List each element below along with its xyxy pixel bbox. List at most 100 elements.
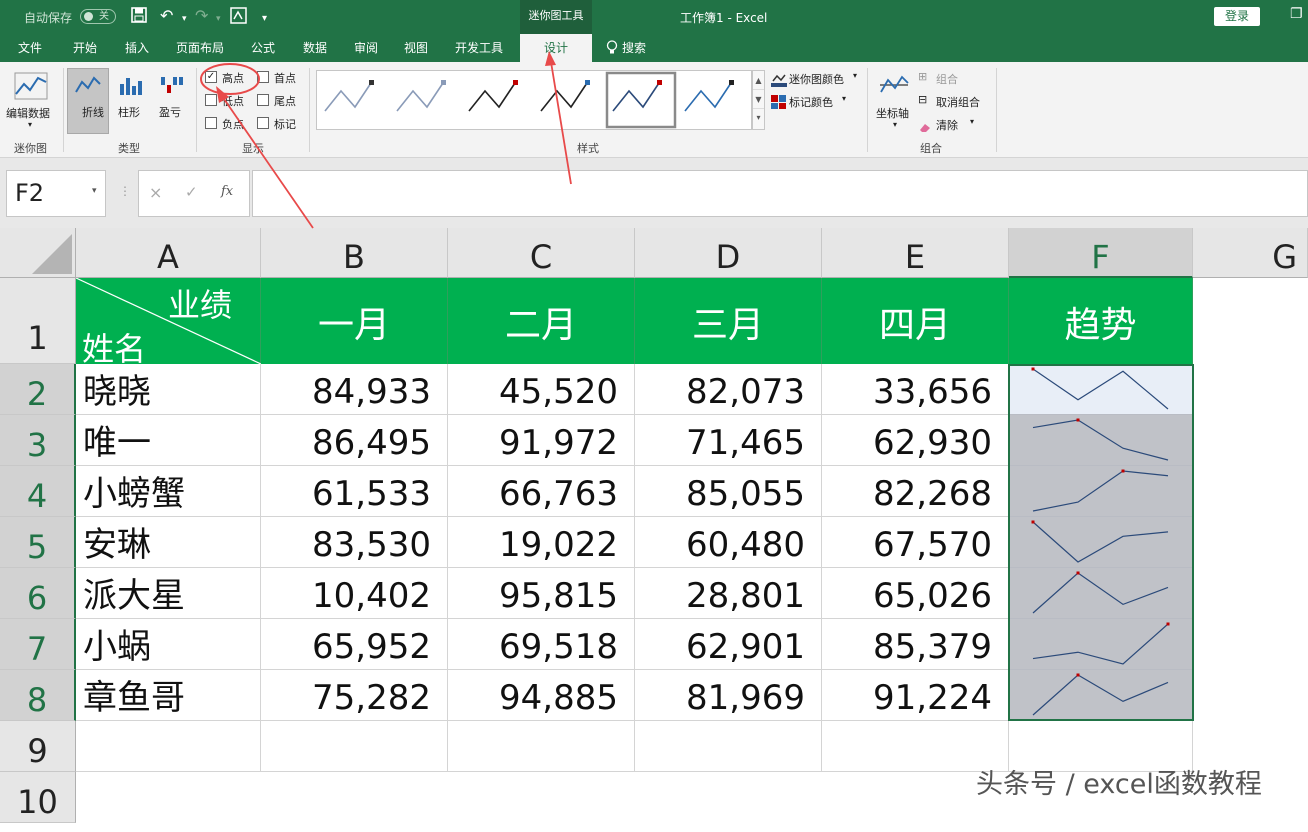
- negative-point-checkbox[interactable]: [205, 117, 217, 129]
- marker-color-icon[interactable]: [771, 94, 787, 113]
- value-cell[interactable]: 95,815: [448, 568, 635, 619]
- gallery-more-icon[interactable]: ▾: [753, 109, 764, 127]
- edit-data-dropdown-icon[interactable]: ▾: [28, 120, 32, 129]
- scroll-up-icon[interactable]: ▲: [753, 71, 764, 90]
- column-header-c[interactable]: C: [448, 228, 635, 278]
- row-header-10[interactable]: 10: [0, 772, 76, 823]
- value-cell[interactable]: 69,518: [448, 619, 635, 670]
- value-cell[interactable]: 71,465: [635, 415, 822, 466]
- value-cell[interactable]: 28,801: [635, 568, 822, 619]
- style-thumbnail[interactable]: [468, 80, 518, 112]
- restore-icon[interactable]: ❐: [1290, 6, 1303, 22]
- formula-input[interactable]: [252, 170, 1308, 217]
- value-cell[interactable]: 60,480: [635, 517, 822, 568]
- row-header-5[interactable]: 5: [0, 517, 76, 568]
- style-thumbnail[interactable]: [324, 80, 374, 112]
- row-header-8[interactable]: 8: [0, 670, 76, 721]
- style-gallery[interactable]: [316, 70, 752, 130]
- name-cell[interactable]: 安琳: [76, 517, 261, 568]
- name-cell[interactable]: 派大星: [76, 568, 261, 619]
- empty-cell[interactable]: [76, 721, 261, 772]
- row-header-3[interactable]: 3: [0, 415, 76, 466]
- column-type-icon[interactable]: [118, 74, 144, 100]
- customize-qat-icon[interactable]: ▾: [262, 10, 267, 28]
- value-cell[interactable]: 65,952: [261, 619, 448, 670]
- high-point-checkbox[interactable]: ✓: [205, 71, 217, 83]
- name-cell[interactable]: 唯一: [76, 415, 261, 466]
- sparkline-cell[interactable]: [1009, 670, 1193, 721]
- value-cell[interactable]: 85,055: [635, 466, 822, 517]
- axis-dropdown-icon[interactable]: ▾: [893, 120, 897, 129]
- sparkline-cell[interactable]: [1009, 568, 1193, 619]
- style-thumbnail[interactable]: [684, 80, 734, 112]
- cancel-icon[interactable]: ×: [149, 183, 162, 202]
- markers-checkbox[interactable]: [257, 117, 269, 129]
- month-header-cell[interactable]: 四月: [822, 278, 1009, 364]
- first-point-checkbox[interactable]: [257, 71, 269, 83]
- sparkline-cell[interactable]: [1009, 415, 1193, 466]
- row-header-6[interactable]: 6: [0, 568, 76, 619]
- empty-cell[interactable]: [448, 721, 635, 772]
- form-icon[interactable]: [230, 7, 247, 28]
- redo-dropdown-icon[interactable]: ▾: [216, 10, 221, 28]
- value-cell[interactable]: 19,022: [448, 517, 635, 568]
- header-corner-cell[interactable]: 业绩 姓名: [76, 278, 261, 368]
- empty-cell[interactable]: [261, 721, 448, 772]
- name-cell[interactable]: 晓晓: [76, 364, 261, 415]
- tab-search[interactable]: 搜索: [622, 34, 652, 62]
- value-cell[interactable]: 45,520: [448, 364, 635, 415]
- tab-view[interactable]: 视图: [393, 34, 439, 62]
- axis-button[interactable]: 坐标轴: [876, 105, 909, 121]
- style-thumbnail-selected[interactable]: [605, 71, 677, 129]
- sparkline-cell[interactable]: [1009, 466, 1193, 517]
- save-icon[interactable]: [131, 7, 147, 27]
- dropdown-icon[interactable]: ▾: [853, 71, 857, 80]
- sparkline-cell[interactable]: [1009, 619, 1193, 670]
- name-cell[interactable]: 小蜗: [76, 619, 261, 670]
- undo-icon[interactable]: ↶: [160, 7, 173, 25]
- tab-review[interactable]: 审阅: [343, 34, 389, 62]
- trend-header-cell[interactable]: 趋势: [1009, 278, 1193, 364]
- login-button[interactable]: 登录: [1214, 7, 1260, 26]
- value-cell[interactable]: 10,402: [261, 568, 448, 619]
- empty-cell[interactable]: [635, 721, 822, 772]
- last-point-checkbox[interactable]: [257, 94, 269, 106]
- style-thumbnail[interactable]: [540, 80, 590, 112]
- month-header-cell[interactable]: 一月: [261, 278, 448, 364]
- column-header-a[interactable]: A: [76, 228, 261, 278]
- column-header-g[interactable]: G: [1193, 228, 1308, 278]
- marker-color-button[interactable]: 标记颜色: [789, 94, 833, 110]
- row-header-1[interactable]: 1: [0, 278, 76, 364]
- value-cell[interactable]: 66,763: [448, 466, 635, 517]
- name-cell[interactable]: 小螃蟹: [76, 466, 261, 517]
- style-gallery-scroll[interactable]: ▲ ▼ ▾: [752, 70, 765, 130]
- sparkline-cell[interactable]: [1009, 517, 1193, 568]
- row-header-9[interactable]: 9: [0, 721, 76, 772]
- type-winloss-button[interactable]: 盈亏: [159, 104, 181, 120]
- redo-icon[interactable]: ↷: [195, 7, 208, 25]
- value-cell[interactable]: 62,930: [822, 415, 1009, 466]
- name-cell[interactable]: 章鱼哥: [76, 670, 261, 721]
- select-all-corner[interactable]: [0, 228, 76, 278]
- value-cell[interactable]: 85,379: [822, 619, 1009, 670]
- value-cell[interactable]: 65,026: [822, 568, 1009, 619]
- clear-button[interactable]: 清除: [936, 117, 958, 133]
- edit-data-button[interactable]: 编辑数据: [6, 105, 50, 121]
- eraser-icon[interactable]: [919, 118, 931, 137]
- enter-icon[interactable]: ✓: [185, 183, 198, 201]
- row-header-7[interactable]: 7: [0, 619, 76, 670]
- ungroup-icon[interactable]: ⊟: [918, 93, 927, 106]
- value-cell[interactable]: 84,933: [261, 364, 448, 415]
- value-cell[interactable]: 61,533: [261, 466, 448, 517]
- clear-dropdown-icon[interactable]: ▾: [970, 117, 974, 126]
- edit-data-icon[interactable]: [14, 72, 48, 104]
- axis-icon[interactable]: [878, 72, 910, 102]
- group-combine-button[interactable]: 组合: [936, 71, 958, 87]
- scroll-down-icon[interactable]: ▼: [753, 90, 764, 109]
- column-header-e[interactable]: E: [822, 228, 1009, 278]
- undo-dropdown-icon[interactable]: ▾: [182, 10, 187, 28]
- sparkline-cell[interactable]: [1009, 364, 1193, 415]
- value-cell[interactable]: 94,885: [448, 670, 635, 721]
- month-header-cell[interactable]: 二月: [448, 278, 635, 364]
- insert-function-button[interactable]: fx: [221, 184, 233, 199]
